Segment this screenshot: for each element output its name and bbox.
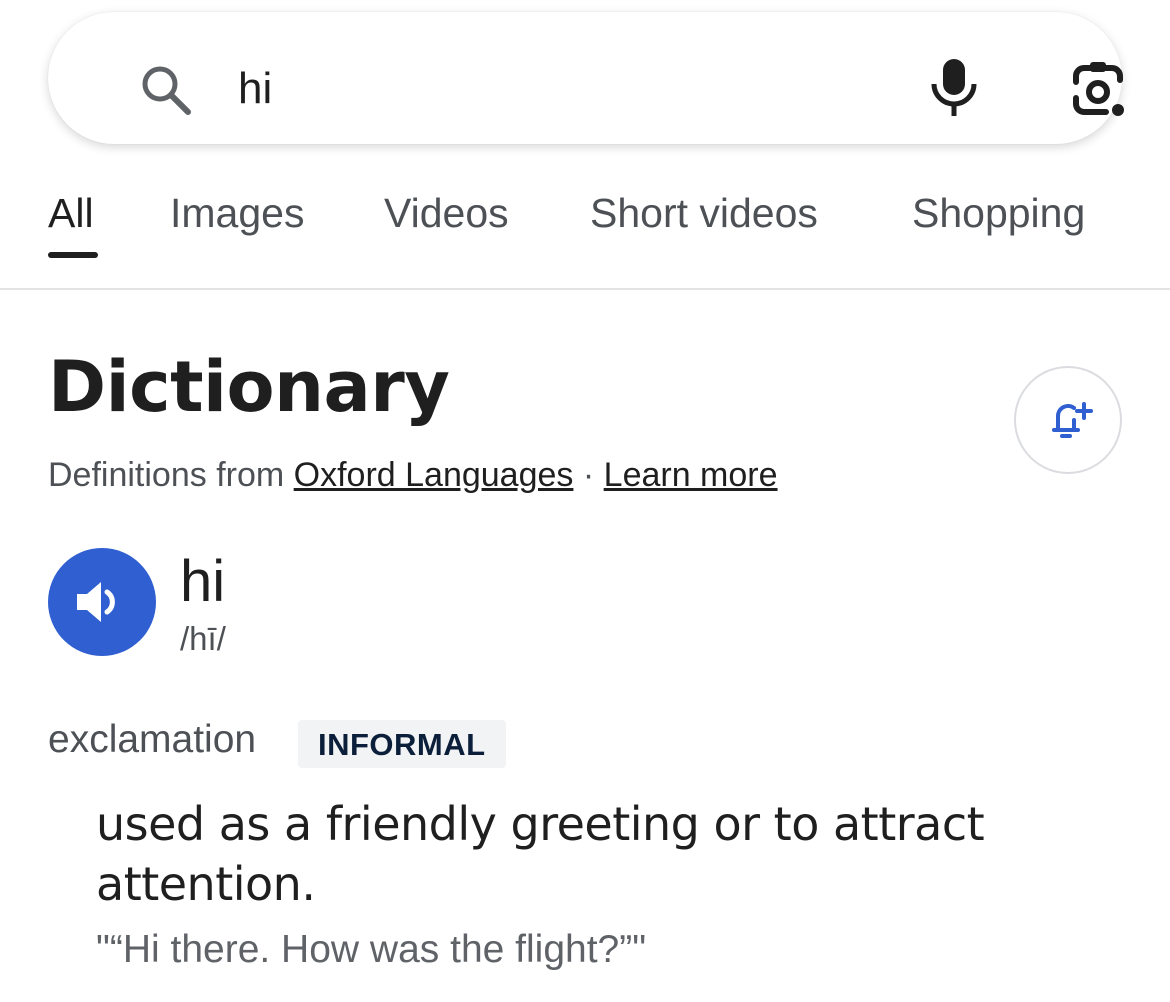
definitions-source: Definitions from Oxford Languages · Lear…	[48, 456, 778, 495]
search-bar	[48, 12, 1124, 144]
tab-all[interactable]: All	[48, 190, 94, 237]
pronunciation-button[interactable]	[48, 548, 156, 656]
bell-plus-icon	[1052, 402, 1093, 438]
tab-short-videos[interactable]: Short videos	[590, 190, 818, 237]
example-sentence: "“Hi there. How was the flight?”"	[96, 928, 647, 971]
tab-videos[interactable]: Videos	[384, 190, 509, 237]
source-prefix: Definitions from	[48, 456, 285, 494]
microphone-icon[interactable]	[928, 56, 980, 120]
create-alert-button[interactable]	[1014, 366, 1122, 474]
search-input[interactable]	[238, 54, 838, 124]
phonetic-spelling: /hī/	[180, 620, 226, 657]
search-tabs: All Images Videos Short videos Shopping	[0, 180, 1170, 290]
learn-more-link[interactable]: Learn more	[604, 456, 778, 494]
speaker-icon	[77, 582, 115, 622]
source-separator: ·	[582, 456, 595, 494]
tab-shopping[interactable]: Shopping	[912, 190, 1085, 237]
part-of-speech: exclamation	[48, 718, 257, 761]
active-tab-indicator	[48, 252, 98, 258]
oxford-languages-link[interactable]: Oxford Languages	[294, 456, 574, 494]
camera-lens-icon[interactable]	[1066, 58, 1130, 122]
tab-images[interactable]: Images	[170, 190, 304, 237]
definition-text: used as a friendly greeting or to attrac…	[96, 797, 985, 911]
headword: hi	[180, 549, 226, 614]
dictionary-title: Dictionary	[48, 346, 450, 428]
search-icon[interactable]	[138, 62, 194, 118]
usage-label-badge: INFORMAL	[298, 720, 506, 768]
tabs-divider	[0, 288, 1170, 290]
